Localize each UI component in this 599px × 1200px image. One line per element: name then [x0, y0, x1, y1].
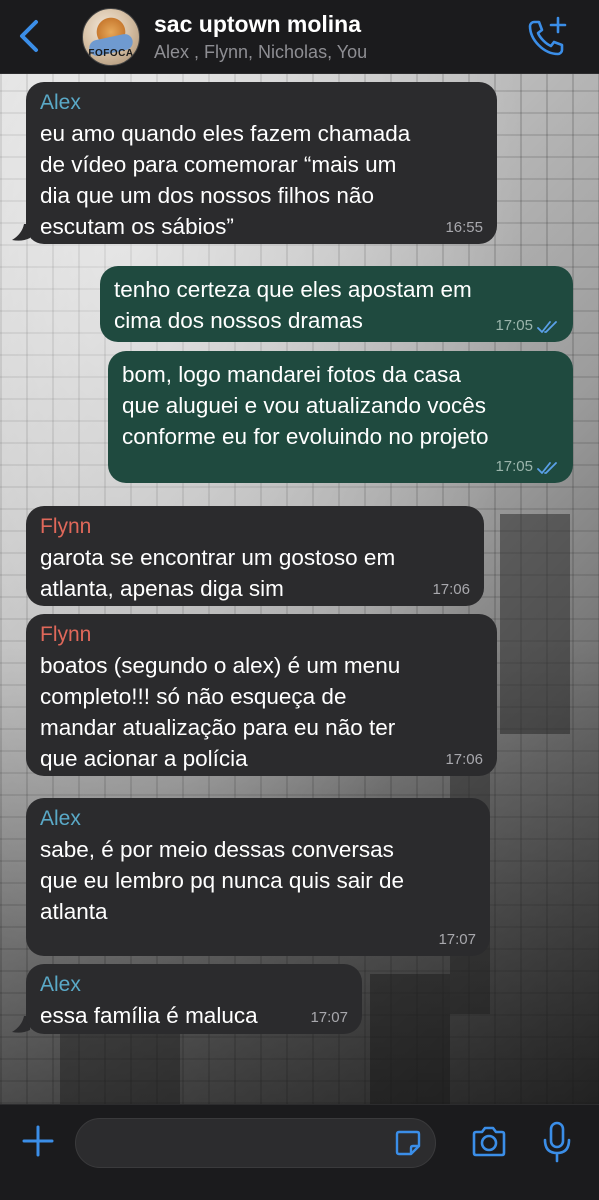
- message-bubble[interactable]: bom, logo mandarei fotos da casa que alu…: [108, 351, 573, 483]
- group-members[interactable]: Alex , Flynn, Nicholas, You: [154, 42, 367, 63]
- composer-bar: [0, 1104, 599, 1200]
- message-time: 17:07: [310, 1009, 348, 1026]
- message-line: escutam os sábios”: [40, 214, 234, 239]
- chevron-left-icon: [20, 20, 38, 52]
- message-line: que eu lembro pq nunca quis sair de: [40, 868, 404, 893]
- read-receipt-icon: [537, 321, 557, 333]
- sender-name[interactable]: Flynn: [40, 622, 483, 648]
- message-line: atlanta, apenas diga sim: [40, 576, 284, 601]
- sender-name[interactable]: Alex: [40, 90, 483, 116]
- message-line: eu amo quando eles fazem chamada: [40, 121, 411, 146]
- message-line: garota se encontrar um gostoso em: [40, 545, 396, 570]
- message-time: 17:05: [495, 458, 533, 475]
- camera-icon: [472, 1126, 506, 1157]
- message-line: tenho certeza que eles apostam em: [114, 277, 472, 302]
- read-receipt-icon: [537, 462, 557, 474]
- chat-area[interactable]: Alex eu amo quando eles fazem chamada de…: [0, 74, 599, 1104]
- sender-name[interactable]: Alex: [40, 806, 476, 832]
- message-time: 17:06: [432, 581, 470, 598]
- chat-header: FOFOCA sac uptown molina Alex , Flynn, N…: [0, 0, 599, 74]
- group-avatar[interactable]: FOFOCA: [82, 8, 140, 66]
- message-bubble[interactable]: Alex essa família é maluca 17:07: [26, 964, 362, 1034]
- sticker-icon: [395, 1130, 421, 1156]
- sticker-button[interactable]: [394, 1129, 422, 1157]
- message-line: que aluguei e vou atualizando vocês: [122, 393, 487, 418]
- add-call-button[interactable]: [524, 14, 570, 60]
- message-line: conforme eu for evoluindo no projeto: [122, 424, 489, 449]
- message-line: que acionar a polícia: [40, 746, 248, 771]
- message-time: 16:55: [445, 219, 483, 236]
- message-line: essa família é maluca: [40, 1003, 258, 1028]
- message-line: boatos (segundo o alex) é um menu: [40, 653, 401, 678]
- message-bubble[interactable]: tenho certeza que eles apostam em cima d…: [100, 266, 573, 342]
- message-time: 17:07: [438, 931, 476, 948]
- message-line: cima dos nossos dramas: [114, 308, 363, 333]
- message-line: bom, logo mandarei fotos da casa: [122, 362, 461, 387]
- message-line: completo!!! só não esqueça de: [40, 684, 347, 709]
- message-input[interactable]: [75, 1118, 436, 1168]
- message-bubble[interactable]: Alex eu amo quando eles fazem chamada de…: [26, 82, 497, 244]
- message-bubble[interactable]: Flynn boatos (segundo o alex) é um menu …: [26, 614, 497, 776]
- message-line: de vídeo para comemorar “mais um: [40, 152, 397, 177]
- add-call-icon: [528, 16, 567, 56]
- sender-name[interactable]: Flynn: [40, 514, 470, 540]
- microphone-button[interactable]: [540, 1120, 574, 1164]
- message-time: 17:05: [495, 317, 533, 334]
- back-button[interactable]: [14, 18, 44, 54]
- microphone-icon: [543, 1121, 571, 1163]
- sender-name[interactable]: Alex: [40, 972, 348, 998]
- message-bubble[interactable]: Alex sabe, é por meio dessas conversas q…: [26, 798, 490, 956]
- message-bubble[interactable]: Flynn garota se encontrar um gostoso em …: [26, 506, 484, 606]
- camera-button[interactable]: [470, 1125, 508, 1159]
- message-line: dia que um dos nossos filhos não: [40, 183, 374, 208]
- message-line: sabe, é por meio dessas conversas: [40, 837, 394, 862]
- message-time: 17:06: [445, 751, 483, 768]
- attach-button[interactable]: [20, 1123, 56, 1159]
- message-line: atlanta: [40, 899, 108, 924]
- avatar-text: FOFOCA: [88, 48, 134, 59]
- plus-icon: [22, 1125, 54, 1157]
- message-line: mandar atualização para eu não ter: [40, 715, 396, 740]
- group-title[interactable]: sac uptown molina: [154, 11, 361, 38]
